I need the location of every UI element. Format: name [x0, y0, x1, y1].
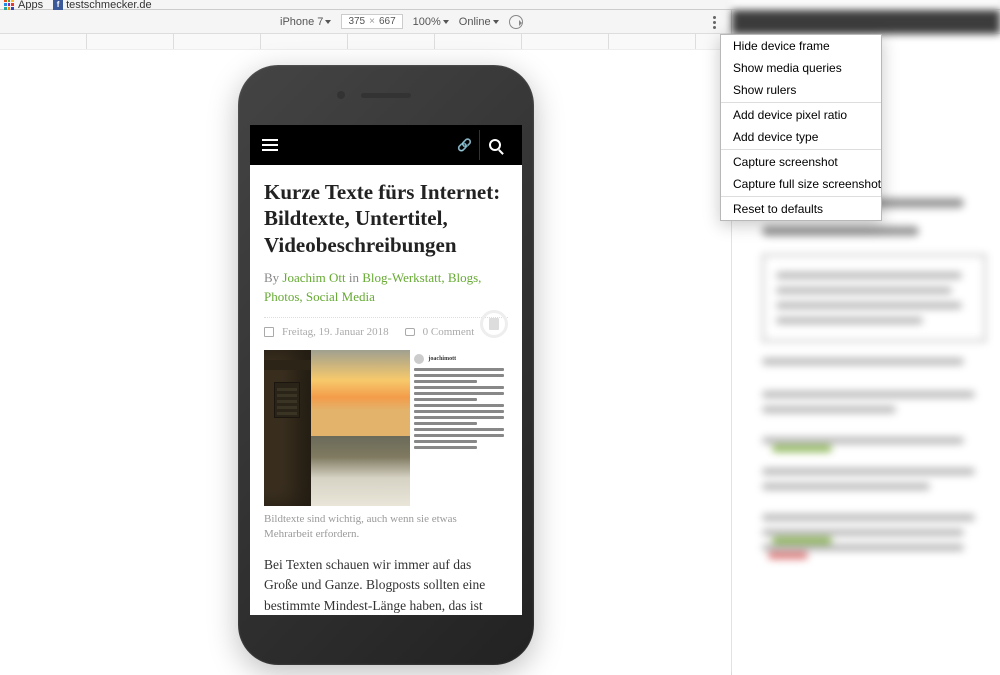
device-frame: Kurze Texte fürs Internet: Bildtexte, Un…: [238, 65, 534, 665]
article-meta: Freitag, 19. Januar 2018 0 Comment: [264, 317, 508, 338]
menu-item-hide-frame[interactable]: Hide device frame: [721, 35, 881, 57]
dimension-separator: ×: [369, 16, 375, 27]
menu-item-rulers[interactable]: Show rulers: [721, 79, 881, 101]
article-content: Kurze Texte fürs Internet: Bildtexte, Un…: [250, 165, 522, 615]
network-selector[interactable]: Online: [459, 16, 499, 28]
site-header: [250, 125, 522, 165]
menu-item-pixel-ratio[interactable]: Add device pixel ratio: [721, 104, 881, 126]
format-icon: [480, 310, 508, 338]
menu-item-device-type[interactable]: Add device type: [721, 126, 881, 148]
menu-item-media-queries[interactable]: Show media queries: [721, 57, 881, 79]
apps-grid-icon: [4, 0, 14, 10]
featured-image: joachimott: [264, 350, 508, 506]
menu-item-full-screenshot[interactable]: Capture full size screenshot: [721, 173, 881, 195]
width-field[interactable]: 375: [348, 16, 365, 27]
comment-count[interactable]: 0 Comment: [423, 326, 475, 338]
rotate-icon[interactable]: [509, 15, 523, 29]
dimensions-input[interactable]: 375 × 667: [341, 14, 402, 29]
chevron-down-icon: [325, 20, 331, 24]
zoom-selector[interactable]: 100%: [413, 16, 449, 28]
menu-item-screenshot[interactable]: Capture screenshot: [721, 151, 881, 173]
search-button[interactable]: [480, 130, 510, 160]
image-caption: Bildtexte sind wichtig, auch wenn sie et…: [264, 512, 508, 543]
bookmark-item[interactable]: testschmecker.de: [66, 0, 152, 11]
author-link[interactable]: Joachim Ott: [282, 270, 345, 285]
chevron-down-icon: [493, 20, 499, 24]
menu-item-reset[interactable]: Reset to defaults: [721, 198, 881, 220]
article-byline: By Joachim Ott in Blog-Werkstatt, Blogs,…: [264, 268, 508, 307]
search-icon: [489, 139, 501, 151]
ruler: [0, 34, 720, 50]
phone-screen: Kurze Texte fürs Internet: Bildtexte, Un…: [250, 125, 522, 615]
comment-icon: [405, 328, 415, 336]
apps-label: Apps: [18, 0, 43, 11]
article-title: Kurze Texte fürs Internet: Bildtexte, Un…: [264, 179, 508, 258]
instagram-embed: joachimott: [410, 350, 508, 506]
phone-camera: [337, 91, 345, 99]
device-options-menu: Hide device frame Show media queries Sho…: [720, 34, 882, 221]
hamburger-menu-icon[interactable]: [262, 139, 278, 151]
more-options-button[interactable]: [704, 12, 724, 32]
article-body: Bei Texten schauen wir immer auf das Gro…: [264, 555, 508, 615]
phone-speaker: [361, 93, 411, 98]
link-icon: [457, 136, 472, 154]
apps-button[interactable]: Apps: [4, 0, 43, 11]
link-button[interactable]: [450, 130, 480, 160]
article-date: Freitag, 19. Januar 2018: [282, 326, 389, 338]
device-selector[interactable]: iPhone 7: [280, 16, 331, 28]
chevron-down-icon: [443, 20, 449, 24]
facebook-icon: f: [53, 0, 63, 10]
height-field[interactable]: 667: [379, 16, 396, 27]
calendar-icon: [264, 327, 274, 337]
